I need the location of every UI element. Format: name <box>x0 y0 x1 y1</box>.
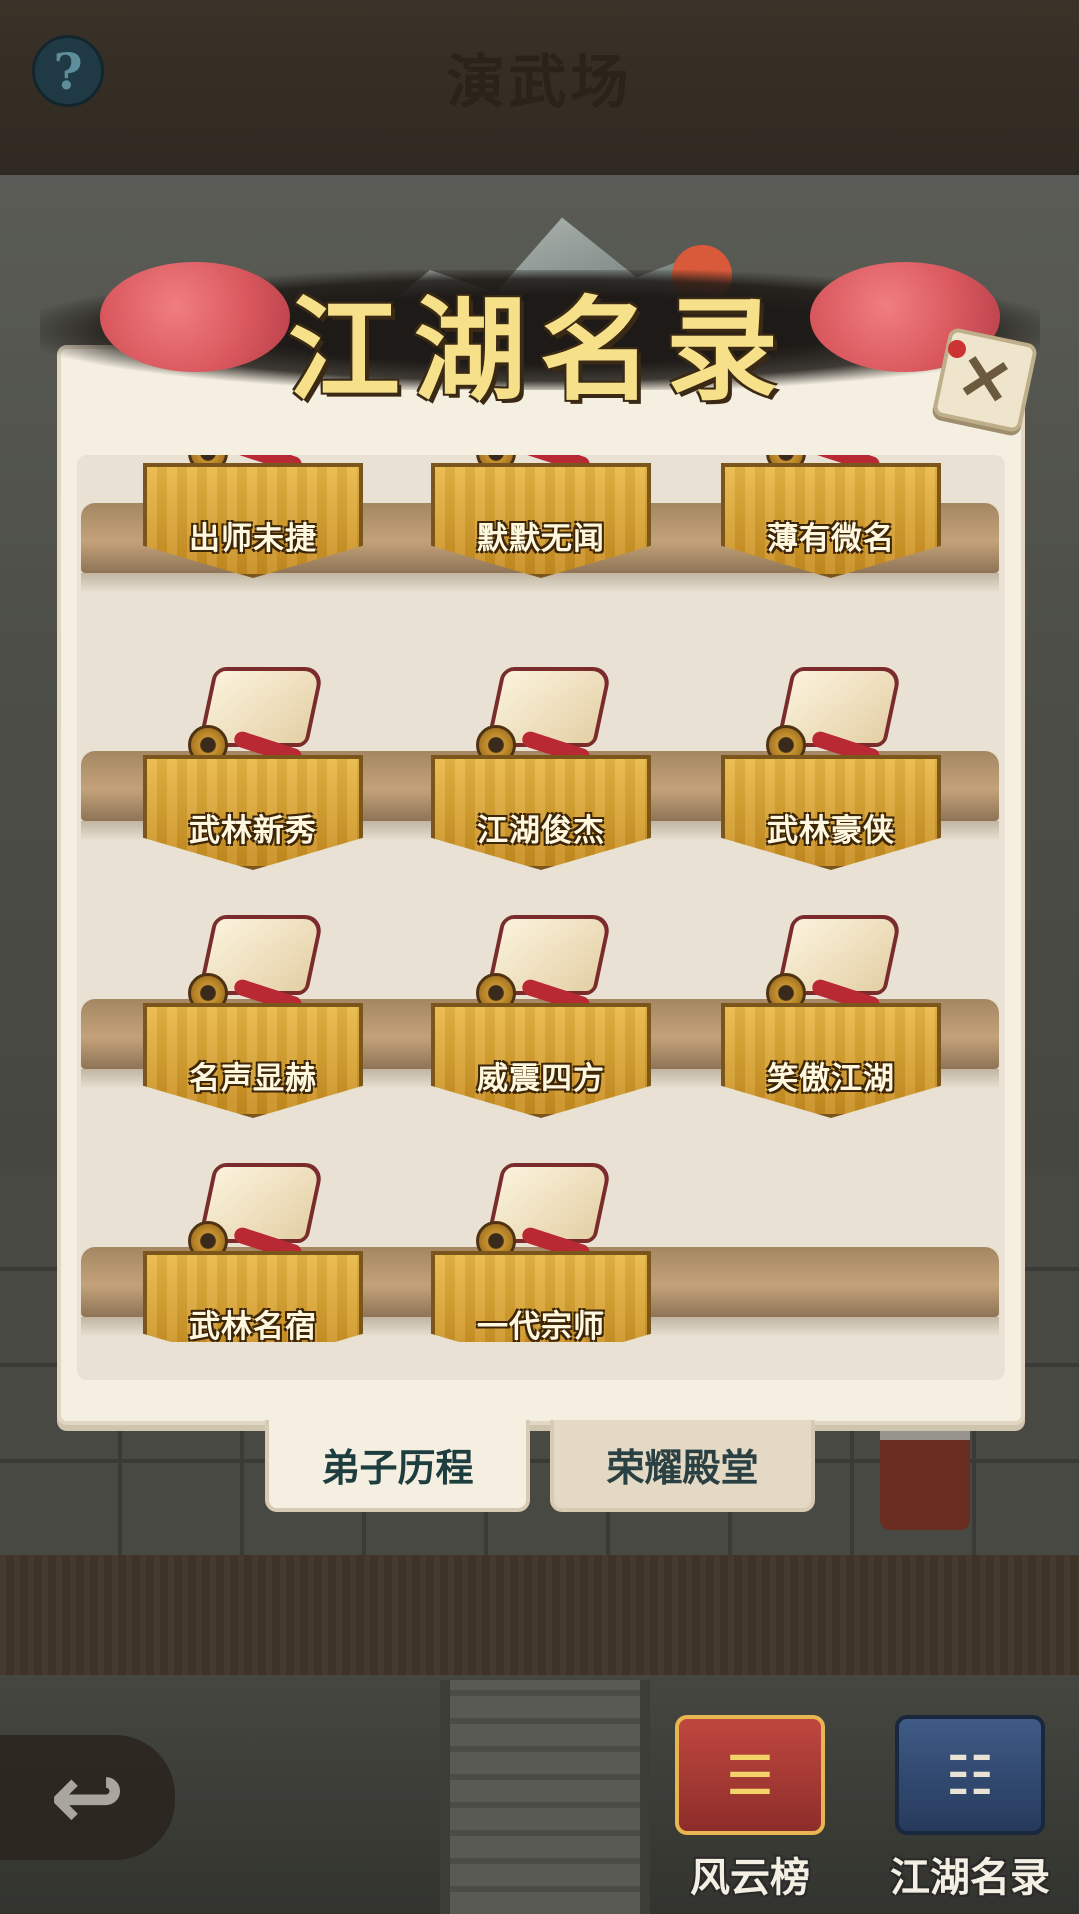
scroll-icon <box>466 903 616 1018</box>
back-arrow-icon: ↩ <box>49 1745 126 1850</box>
rank-badge[interactable]: 默默无闻 <box>431 455 651 583</box>
rank-label: 默默无闻 <box>477 521 605 557</box>
tab-label: 弟子历程 <box>321 1444 474 1490</box>
rank-label: 一代宗师 <box>477 1309 605 1345</box>
tab-hall-of-glory[interactable]: 荣耀殿堂 <box>550 1420 815 1512</box>
rank-badge[interactable]: 武林名宿 <box>143 1151 363 1371</box>
rank-label: 笑傲江湖 <box>767 1061 895 1097</box>
rank-scroll-glyph: ☰ <box>725 1743 775 1807</box>
grid-clip-mask <box>77 1342 1005 1380</box>
tab-label: 荣耀殿堂 <box>606 1444 759 1490</box>
rank-label: 武林名宿 <box>189 1309 317 1345</box>
rank-badge[interactable]: 一代宗师 <box>431 1151 651 1371</box>
rank-badge[interactable]: 江湖俊杰 <box>431 655 651 875</box>
scroll-icon <box>178 903 328 1018</box>
rank-badge[interactable]: 出师未捷 <box>143 455 363 583</box>
rank-label: 薄有微名 <box>767 521 895 557</box>
tab-disciple-journey[interactable]: 弟子历程 <box>265 1420 530 1512</box>
scroll-icon <box>466 655 616 770</box>
dialog-title: 江湖名录 <box>288 285 792 416</box>
dialog-banner: 江湖名录 <box>40 200 1040 416</box>
scroll-icon <box>178 1151 328 1266</box>
rank-badge[interactable]: 威震四方 <box>431 903 651 1123</box>
nav-label: 风云榜 <box>690 1854 810 1901</box>
book-icon: ☷ <box>895 1715 1045 1835</box>
rank-grid[interactable]: 出师未捷 默默无闻 薄有微名 武林新秀 江湖俊杰 武林豪侠 名声显赫 威震四方 <box>77 455 1005 1380</box>
page-title: 演武场 <box>446 48 633 116</box>
scroll-icon <box>178 655 328 770</box>
rank-badge[interactable]: 名声显赫 <box>143 903 363 1123</box>
rank-label: 武林豪侠 <box>767 813 895 849</box>
rank-label: 名声显赫 <box>189 1061 317 1097</box>
rank-badge[interactable]: 武林豪侠 <box>721 655 941 875</box>
rank-label: 威震四方 <box>477 1061 605 1097</box>
scroll-icon <box>756 903 906 1018</box>
nav-label: 江湖名录 <box>890 1854 1050 1901</box>
rank-badge[interactable]: 薄有微名 <box>721 455 941 583</box>
rank-label: 江湖俊杰 <box>477 813 605 849</box>
nav-leaderboard[interactable]: ☰ 风云榜 <box>660 1715 840 1905</box>
scroll-icon <box>756 655 906 770</box>
close-button[interactable]: ✕ <box>931 326 1039 434</box>
rank-label: 出师未捷 <box>189 521 317 557</box>
back-button[interactable]: ↩ <box>0 1735 175 1860</box>
rank-label: 武林新秀 <box>189 813 317 849</box>
rank-scroll-icon: ☰ <box>675 1715 825 1835</box>
scroll-icon <box>466 1151 616 1266</box>
pin-decoration <box>948 340 966 358</box>
nav-jianghu-directory[interactable]: ☷ 江湖名录 <box>880 1715 1060 1905</box>
rank-badge[interactable]: 笑傲江湖 <box>721 903 941 1123</box>
rank-badge[interactable]: 武林新秀 <box>143 655 363 875</box>
book-glyph: ☷ <box>945 1743 995 1807</box>
